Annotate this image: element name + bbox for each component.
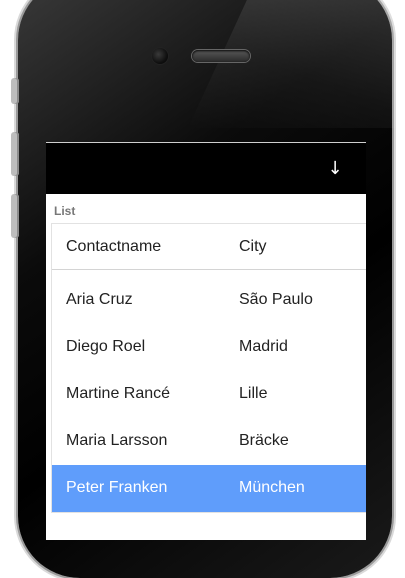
list-rows: Aria Cruz São Paulo Diego Roel Madrid Ma…: [52, 277, 366, 512]
contact-name: Peter Franken: [66, 479, 168, 496]
volume-down-button: [11, 194, 19, 238]
top-toolbar: ↓: [46, 143, 366, 194]
earpiece-speaker: [192, 50, 250, 62]
list-item[interactable]: Maria Larsson Bräcke: [52, 418, 366, 465]
mute-switch: [11, 78, 19, 104]
list-header: Contactname City: [52, 224, 366, 270]
glass-reflection: [188, 0, 405, 128]
list-item[interactable]: Peter Franken München: [52, 465, 366, 512]
contact-name: Diego Roel: [66, 338, 146, 355]
down-arrow-icon[interactable]: ↓: [320, 158, 350, 179]
list-item[interactable]: Diego Roel Madrid: [52, 324, 366, 371]
contact-name: Aria Cruz: [66, 291, 133, 308]
front-camera: [152, 48, 168, 64]
column-header-city[interactable]: City: [239, 238, 267, 256]
contact-city: São Paulo: [239, 291, 313, 308]
contact-city: Bräcke: [239, 432, 289, 449]
contact-city: München: [239, 479, 305, 496]
contact-city: Lille: [239, 385, 268, 402]
column-header-contactname[interactable]: Contactname: [66, 238, 161, 256]
contact-list: Contactname City Aria Cruz São Paulo Die…: [51, 223, 366, 513]
contact-name: Martine Rancé: [66, 385, 171, 402]
app-screen: ↓ List Contactname City Aria Cruz São Pa…: [46, 142, 366, 540]
contact-name: Maria Larsson: [66, 432, 168, 449]
list-label: List: [54, 204, 76, 218]
contact-city: Madrid: [239, 338, 288, 355]
list-item[interactable]: Martine Rancé Lille: [52, 371, 366, 418]
volume-up-button: [11, 132, 19, 176]
list-item[interactable]: Aria Cruz São Paulo: [52, 277, 366, 324]
